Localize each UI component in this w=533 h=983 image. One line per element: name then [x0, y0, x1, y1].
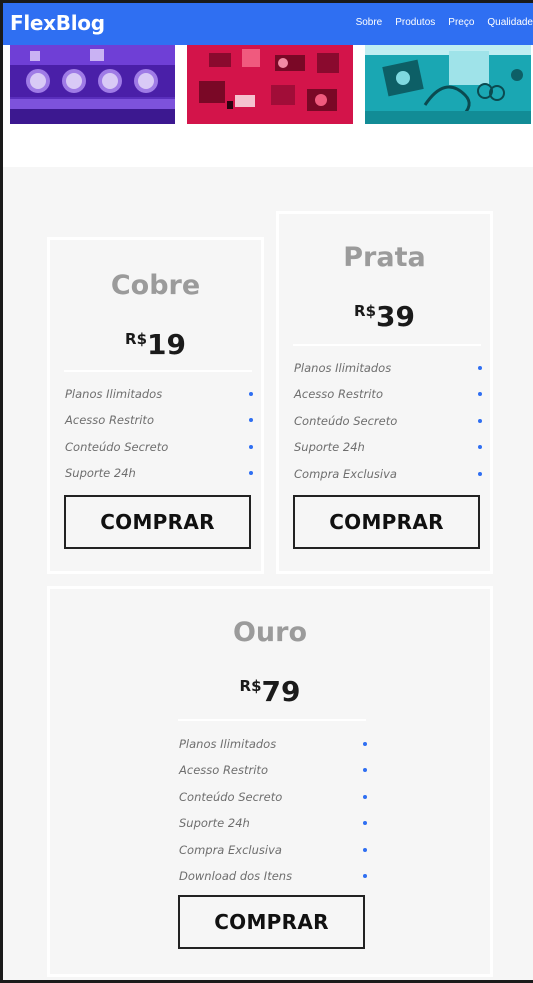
buy-button-cobre[interactable]: COMPRAR: [64, 495, 251, 549]
list-item: Compra Exclusiva: [294, 467, 482, 493]
list-item: Suporte 24h: [179, 816, 367, 842]
feature-list: Planos Ilimitados Acesso Restrito Conteú…: [294, 361, 482, 493]
plan-price: R$39: [279, 300, 490, 333]
bullet-icon: [363, 768, 367, 773]
list-item: Planos Ilimitados: [294, 361, 482, 387]
bullet-icon: [249, 418, 253, 423]
pricing-card-cobre: Cobre R$19 Planos Ilimitados Acesso Rest…: [47, 237, 264, 574]
nav-link-produtos[interactable]: Produtos: [395, 17, 435, 28]
bullet-icon: [478, 445, 482, 450]
plan-title: Ouro: [232, 617, 308, 648]
buy-button-prata[interactable]: COMPRAR: [293, 495, 480, 549]
bullet-icon: [363, 742, 367, 746]
bullet-icon: [249, 471, 253, 476]
bullet-icon: [249, 444, 253, 449]
currency-symbol: R$: [125, 330, 148, 348]
gallery-image-teal[interactable]: [365, 45, 531, 124]
nav-link-preco[interactable]: Preço: [448, 17, 474, 28]
plan-price: R$79: [50, 675, 490, 708]
pricing-card-prata: Prata R$39 Planos Ilimitados Acesso Rest…: [276, 211, 493, 574]
feature-list: Planos Ilimitados Acesso Restrito Conteú…: [65, 387, 253, 493]
main-nav: Sobre Produtos Preço Qualidade: [356, 17, 533, 28]
list-item: Conteúdo Secreto: [65, 440, 253, 466]
bullet-icon: [363, 821, 367, 826]
currency-symbol: R$: [354, 302, 377, 320]
list-item: Conteúdo Secreto: [294, 414, 482, 440]
list-item: Acesso Restrito: [179, 763, 367, 789]
gallery-image-purple[interactable]: [10, 45, 175, 124]
price-value: 79: [261, 675, 301, 708]
bullet-icon: [363, 847, 367, 852]
list-item: Compra Exclusiva: [179, 843, 367, 869]
buy-button-ouro[interactable]: COMPRAR: [178, 895, 365, 949]
bullet-icon: [249, 392, 253, 396]
bullet-icon: [363, 794, 367, 799]
nav-link-qualidade[interactable]: Qualidade: [487, 17, 533, 28]
pricing-card-ouro: Ouro R$79 Planos Ilimitados Acesso Restr…: [47, 586, 493, 977]
site-logo[interactable]: FlexBlog: [10, 11, 105, 35]
nav-link-sobre[interactable]: Sobre: [356, 17, 383, 28]
feature-list: Planos Ilimitados Acesso Restrito Conteú…: [179, 737, 367, 895]
plan-title: Prata: [343, 242, 426, 273]
price-value: 39: [376, 300, 415, 333]
bullet-icon: [363, 873, 367, 878]
list-item: Suporte 24h: [65, 466, 253, 492]
currency-symbol: R$: [239, 677, 262, 695]
list-item: Conteúdo Secreto: [179, 790, 367, 816]
top-navbar: FlexBlog Sobre Produtos Preço Qualidade: [3, 3, 533, 45]
bullet-icon: [478, 418, 482, 423]
plan-price: R$19: [50, 328, 261, 361]
bullet-icon: [478, 366, 482, 370]
plan-title: Cobre: [110, 270, 201, 301]
list-item: Acesso Restrito: [294, 387, 482, 413]
list-item: Acesso Restrito: [65, 413, 253, 439]
price-value: 19: [147, 328, 186, 361]
price-divider: [64, 370, 252, 372]
bullet-icon: [478, 471, 482, 476]
list-item: Download dos Itens: [179, 869, 367, 895]
price-divider: [178, 719, 366, 721]
list-item: Planos Ilimitados: [65, 387, 253, 413]
list-item: Suporte 24h: [294, 440, 482, 466]
price-divider: [293, 344, 481, 346]
list-item: Planos Ilimitados: [179, 737, 367, 763]
page: FlexBlog Sobre Produtos Preço Qualidade …: [3, 3, 533, 980]
gallery-image-red[interactable]: [187, 45, 353, 124]
bullet-icon: [478, 392, 482, 397]
